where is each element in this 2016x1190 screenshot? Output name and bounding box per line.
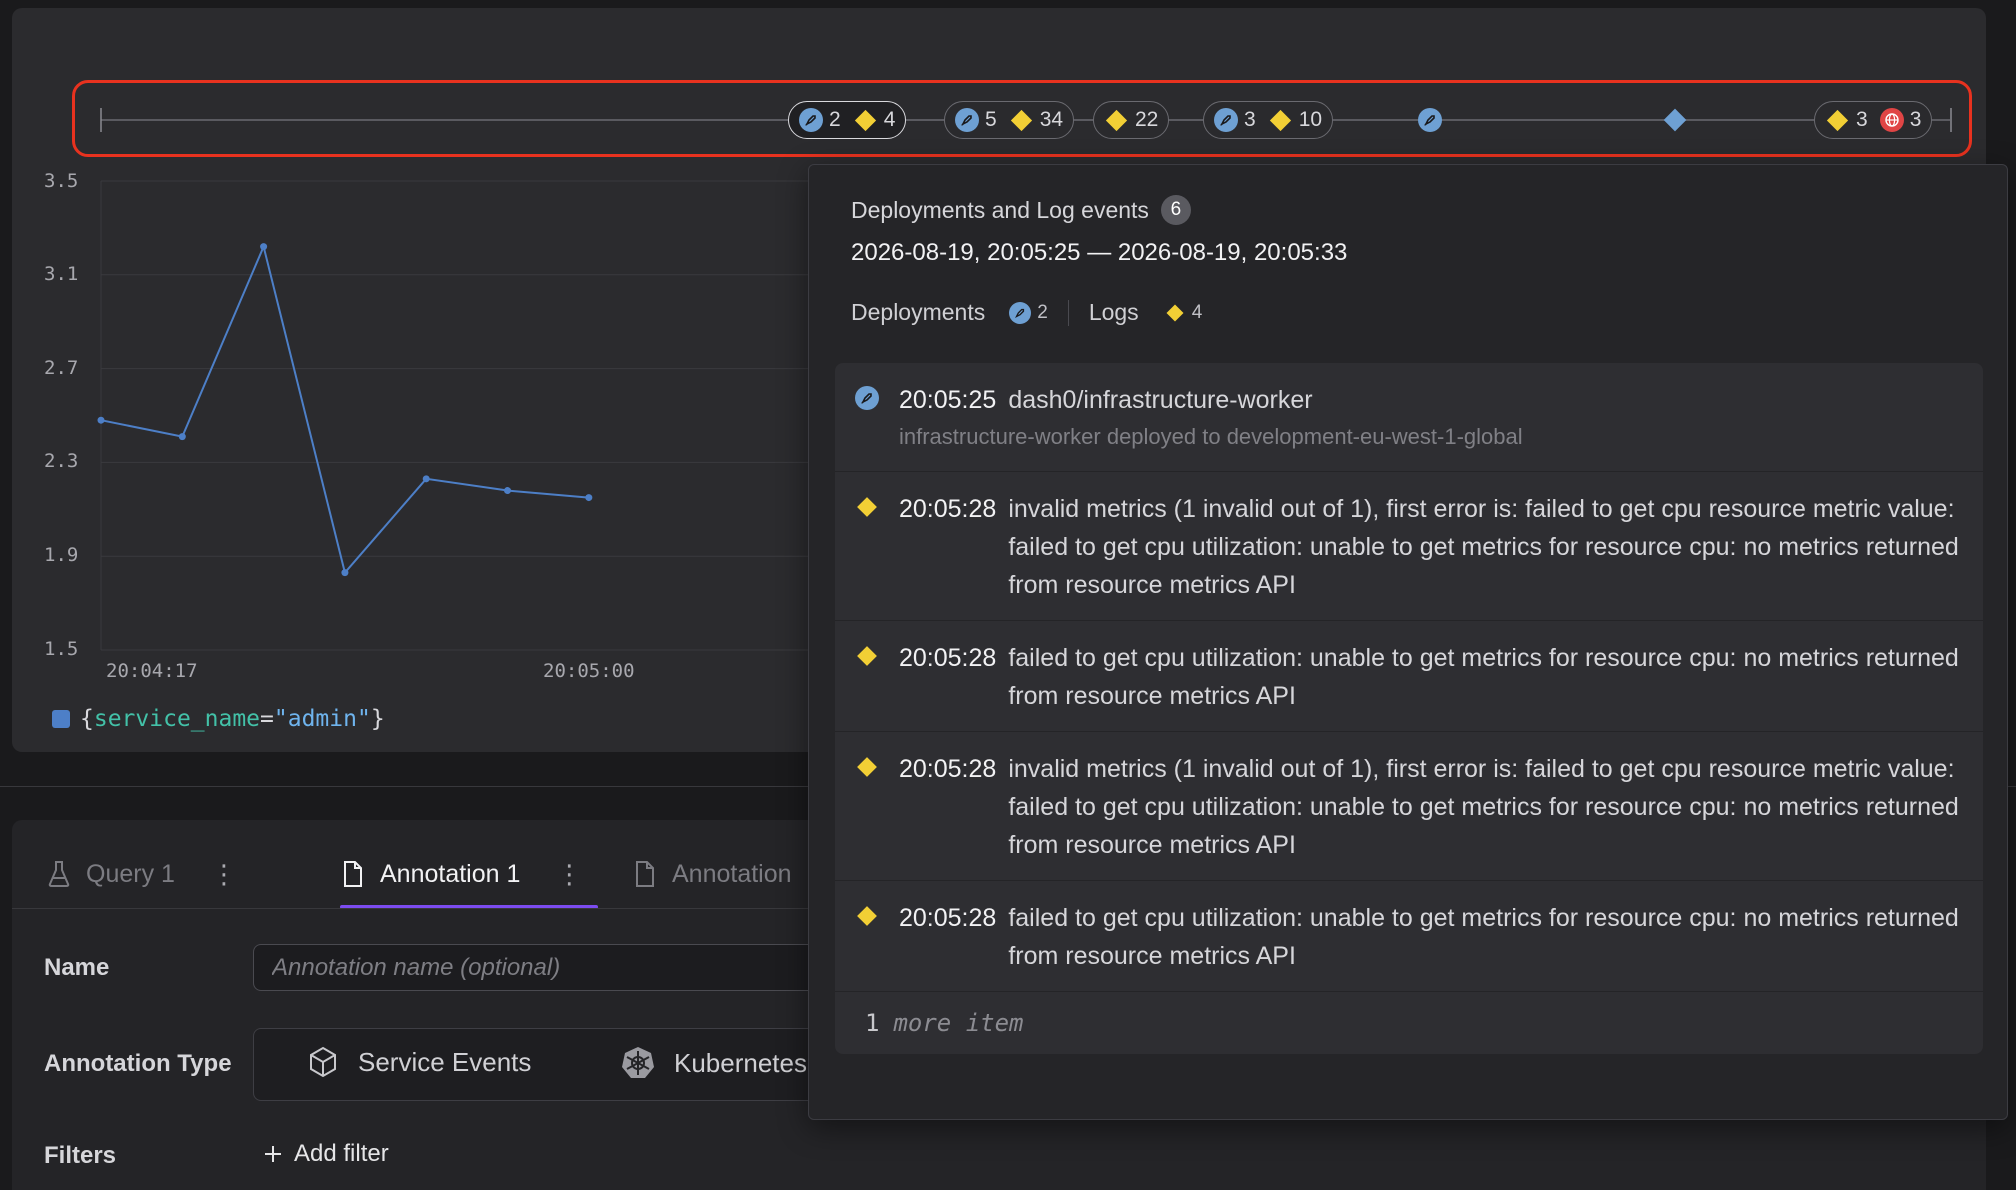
rocket-icon bbox=[855, 386, 879, 410]
document-icon bbox=[344, 861, 362, 887]
log-diamond-icon bbox=[857, 757, 877, 777]
more-vertical-icon[interactable]: ⋮ bbox=[211, 859, 237, 890]
flask-icon bbox=[48, 861, 70, 887]
event-time: 20:05:28 bbox=[899, 644, 997, 672]
type-option-kubernetes[interactable]: Kubernetes bbox=[620, 1045, 807, 1081]
kubernetes-icon bbox=[622, 1047, 654, 1078]
tab-annotation-1[interactable]: Annotation 1 ⋮ bbox=[340, 848, 582, 900]
data-point[interactable] bbox=[422, 475, 430, 483]
data-point[interactable] bbox=[504, 487, 512, 495]
data-point[interactable] bbox=[585, 494, 593, 502]
chart-legend[interactable]: { service_name = "admin" } bbox=[52, 706, 385, 732]
series-line bbox=[100, 243, 589, 575]
add-filter-label: Add filter bbox=[294, 1140, 389, 1167]
more-items-row[interactable]: 1 more item bbox=[835, 992, 1983, 1054]
log-diamond-icon bbox=[857, 906, 877, 926]
legend-equals: = bbox=[260, 706, 274, 732]
event-message: dash0/infrastructure-worker bbox=[1008, 386, 1313, 414]
event-item-log[interactable]: 20:05:28 failed to get cpu utilization: … bbox=[835, 621, 1983, 732]
summary-separator bbox=[1067, 299, 1069, 326]
event-item-log[interactable]: 20:05:28 failed to get cpu utilization: … bbox=[835, 881, 1983, 992]
event-item-deploy[interactable]: 20:05:25 dash0/infrastructure-worker inf… bbox=[835, 363, 1983, 472]
more-label: more item bbox=[893, 1009, 1024, 1037]
deployments-count: 2 bbox=[1037, 301, 1048, 323]
data-point[interactable] bbox=[97, 416, 105, 424]
type-option-label: Service Events bbox=[358, 1046, 532, 1077]
name-label: Name bbox=[44, 954, 110, 981]
legend-label-key: service_name bbox=[93, 706, 261, 732]
cube-icon bbox=[310, 1046, 336, 1078]
tooltip-time-range: 2026-08-19, 20:05:25 — 2026-08-19, 20:05… bbox=[851, 239, 1348, 266]
type-option-service-events[interactable]: Service Events bbox=[306, 1045, 531, 1079]
event-list: 20:05:25 dash0/infrastructure-worker inf… bbox=[835, 363, 1983, 1054]
tab-label: Query 1 bbox=[86, 859, 175, 888]
plus-icon bbox=[265, 1146, 281, 1162]
filters-label: Filters bbox=[44, 1142, 117, 1169]
legend-swatch bbox=[52, 710, 70, 728]
log-diamond-icon bbox=[857, 646, 877, 666]
event-time: 20:05:28 bbox=[899, 904, 997, 932]
data-point[interactable] bbox=[178, 433, 186, 441]
rocket-icon bbox=[1009, 301, 1032, 324]
log-diamond-icon bbox=[1166, 304, 1184, 321]
legend-brace-open: { bbox=[80, 706, 94, 732]
log-diamond-icon bbox=[857, 497, 877, 517]
type-option-label: Kubernetes bbox=[674, 1047, 807, 1078]
event-message: invalid metrics (1 invalid out of 1), fi… bbox=[1008, 755, 1959, 859]
deployments-label: Deployments bbox=[851, 299, 986, 325]
event-message: failed to get cpu utilization: unable to… bbox=[1008, 644, 1959, 710]
more-vertical-icon[interactable]: ⋮ bbox=[556, 859, 582, 890]
data-point[interactable] bbox=[260, 243, 268, 251]
event-detail: infrastructure-worker deployed to develo… bbox=[899, 424, 1523, 449]
event-item-log[interactable]: 20:05:28 invalid metrics (1 invalid out … bbox=[835, 732, 1983, 881]
tab-query-1[interactable]: Query 1 ⋮ bbox=[46, 848, 237, 900]
tab-label: Annotation 1 bbox=[380, 859, 521, 888]
tooltip-title: Deployments and Log events 6 bbox=[851, 195, 1191, 225]
document-icon bbox=[636, 861, 654, 887]
annotation-name-input[interactable] bbox=[253, 944, 853, 991]
legend-brace-close: } bbox=[370, 706, 385, 732]
logs-label: Logs bbox=[1088, 299, 1139, 325]
tooltip-title-text: Deployments and Log events bbox=[851, 196, 1149, 223]
tab-label: Annotation bbox=[672, 859, 792, 888]
tab-annotation-2[interactable]: Annotation bbox=[632, 848, 792, 900]
events-tooltip: Deployments and Log events 6 2026-08-19,… bbox=[808, 164, 2008, 1120]
legend-label-value: "admin" bbox=[273, 706, 371, 732]
add-filter-button[interactable]: Add filter bbox=[262, 1140, 389, 1168]
tooltip-summary: Deployments 2 Logs 4 bbox=[851, 299, 1202, 326]
x-tick-label: 20:05:00 bbox=[543, 660, 635, 682]
data-point[interactable] bbox=[341, 569, 349, 577]
more-count: 1 bbox=[865, 1009, 880, 1037]
event-time: 20:05:28 bbox=[899, 495, 997, 523]
event-message: failed to get cpu utilization: unable to… bbox=[1008, 904, 1959, 970]
tooltip-count-badge: 6 bbox=[1160, 195, 1191, 225]
event-time: 20:05:28 bbox=[899, 755, 997, 783]
event-time: 20:05:25 bbox=[899, 386, 997, 414]
x-tick-label: 20:04:17 bbox=[106, 660, 198, 682]
event-message: invalid metrics (1 invalid out of 1), fi… bbox=[1008, 495, 1959, 599]
event-item-log[interactable]: 20:05:28 invalid metrics (1 invalid out … bbox=[835, 472, 1983, 621]
logs-count: 4 bbox=[1191, 301, 1203, 323]
annotation-type-label: Annotation Type bbox=[44, 1050, 232, 1077]
